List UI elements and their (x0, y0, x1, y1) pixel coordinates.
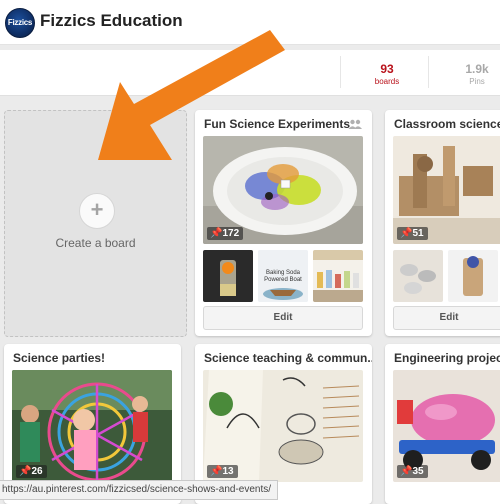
status-bar-url: https://au.pinterest.com/fizzicsed/scien… (0, 480, 279, 500)
annotation-arrow-icon (98, 30, 285, 160)
